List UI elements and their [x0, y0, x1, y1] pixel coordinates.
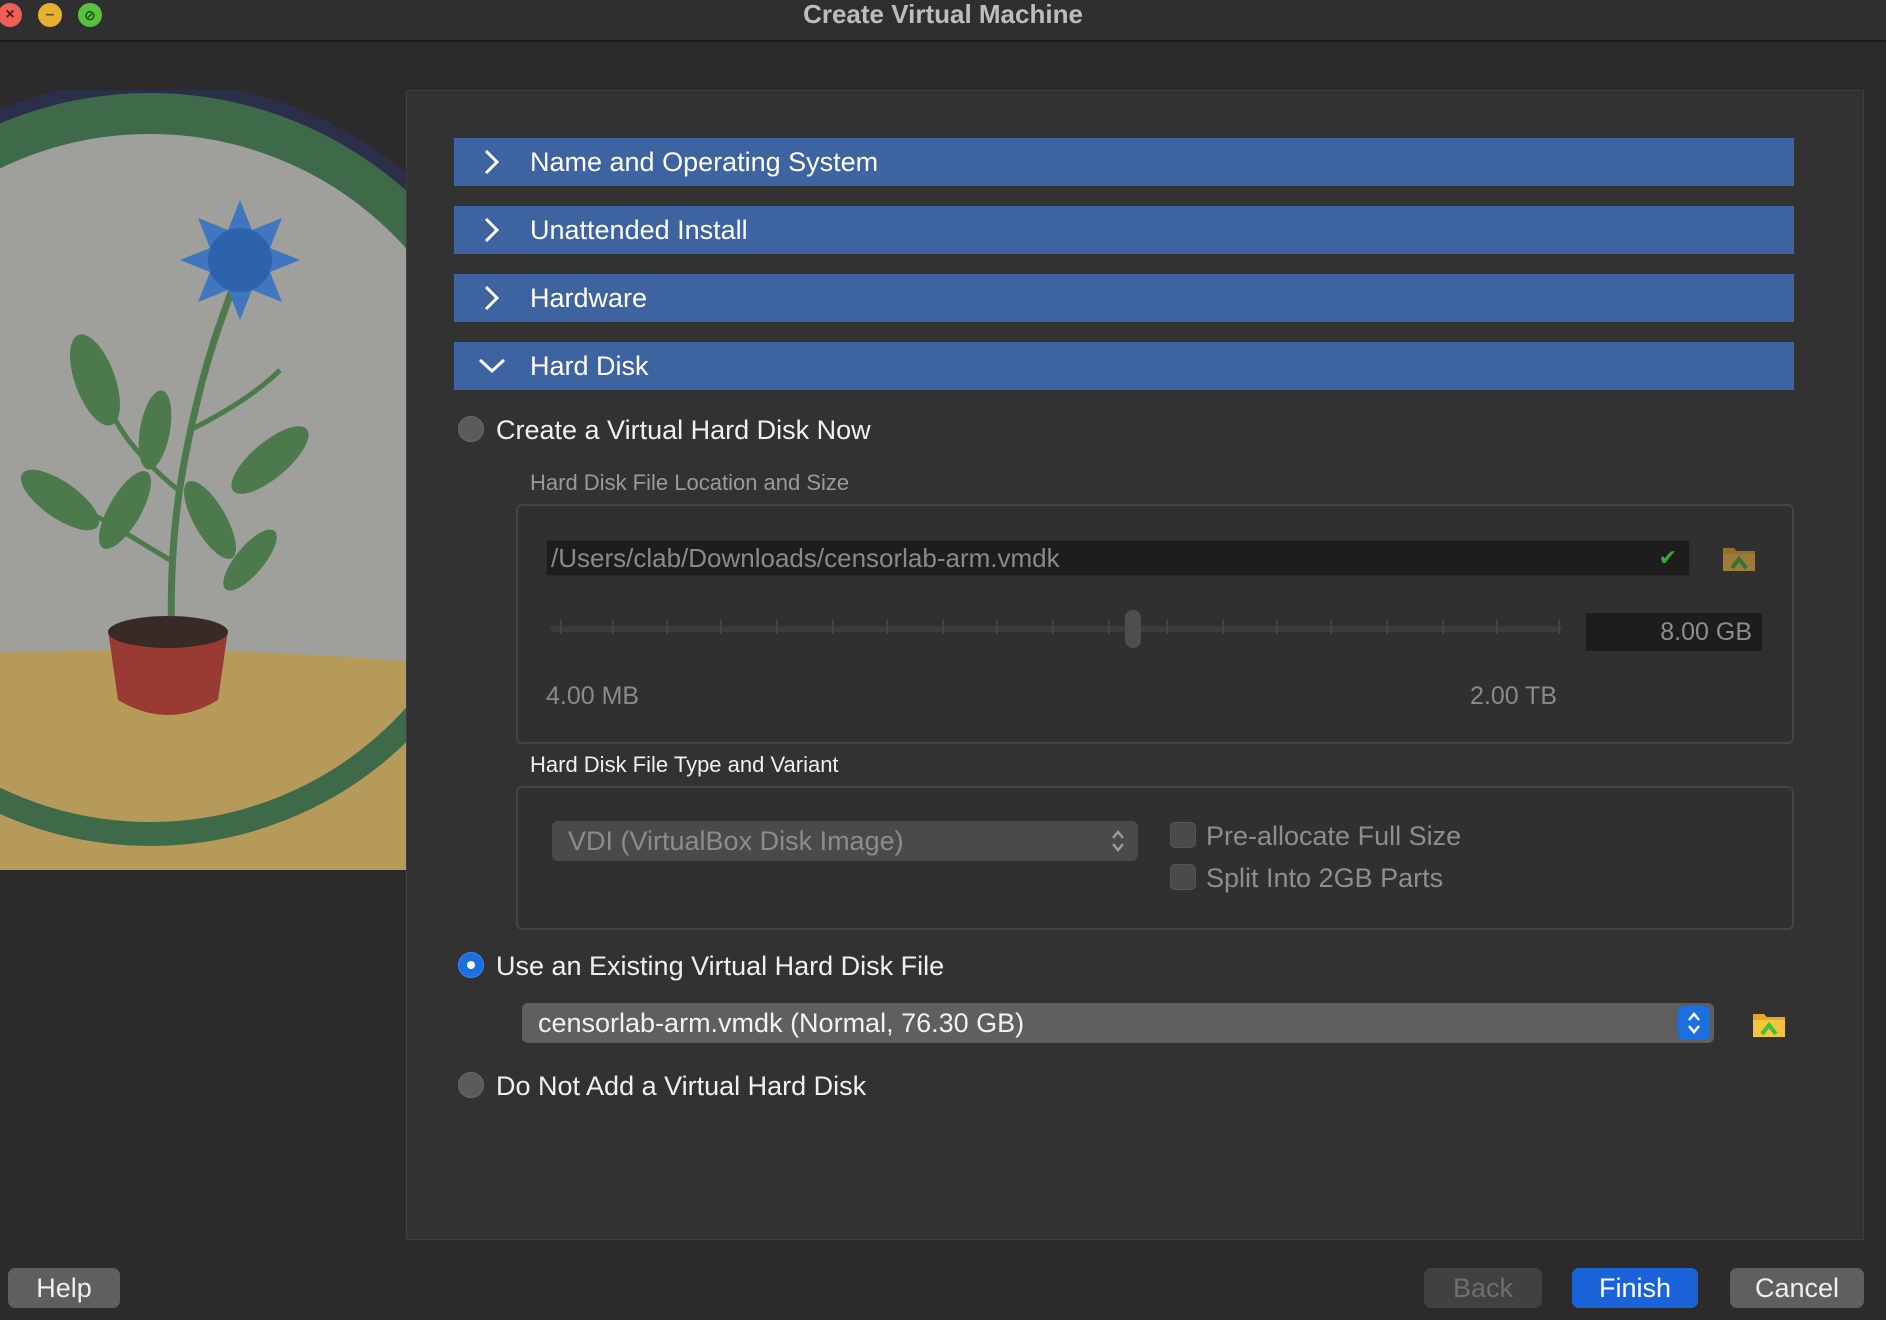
- slider-tick: [832, 620, 834, 634]
- no-disk-label[interactable]: Do Not Add a Virtual Hard Disk: [496, 1071, 866, 1101]
- create-disk-label[interactable]: Create a Virtual Hard Disk Now: [496, 415, 871, 445]
- slider-tick: [560, 620, 562, 634]
- slider-tick: [1052, 620, 1054, 634]
- section-label: Unattended Install: [530, 215, 748, 245]
- slider-max-label: 2.00 TB: [1470, 682, 1558, 710]
- chevron-right-icon: [454, 148, 530, 176]
- existing-disk-radio[interactable]: [458, 952, 484, 978]
- chevron-right-icon: [454, 216, 530, 244]
- slider-thumb[interactable]: [1125, 610, 1141, 648]
- section-hard-disk[interactable]: Hard Disk: [454, 342, 1794, 390]
- slider-tick: [1276, 620, 1278, 634]
- slider-tick: [1166, 620, 1168, 634]
- disk-type-select[interactable]: VDI (VirtualBox Disk Image): [552, 821, 1138, 861]
- section-label: Name and Operating System: [530, 147, 879, 177]
- location-caption: Hard Disk File Location and Size: [530, 470, 850, 495]
- slider-tick: [1442, 620, 1444, 634]
- disk-path-field[interactable]: /Users/clab/Downloads/censorlab-arm.vmdk…: [546, 540, 1690, 576]
- slider-tick: [942, 620, 944, 634]
- disk-size-slider[interactable]: [550, 626, 1562, 632]
- choose-disk-folder-icon[interactable]: [1752, 1008, 1786, 1038]
- section-label: Hard Disk: [530, 351, 649, 381]
- split-label[interactable]: Split Into 2GB Parts: [1206, 863, 1443, 893]
- title-bar: × – ⊘ Create Virtual Machine: [0, 0, 1886, 42]
- slider-tick: [666, 620, 668, 634]
- existing-disk-label[interactable]: Use an Existing Virtual Hard Disk File: [496, 951, 944, 981]
- slider-tick: [1496, 620, 1498, 634]
- slider-tick: [720, 620, 722, 634]
- window-title: Create Virtual Machine: [803, 0, 1083, 29]
- slider-min-label: 4.00 MB: [546, 682, 640, 710]
- section-hardware[interactable]: Hardware: [454, 274, 1794, 322]
- slider-tick: [1108, 620, 1110, 634]
- slider-tick: [612, 620, 614, 634]
- help-button[interactable]: Help: [8, 1268, 120, 1308]
- section-unattended-install[interactable]: Unattended Install: [454, 206, 1794, 254]
- chevron-down-icon: [454, 357, 530, 375]
- create-disk-radio[interactable]: [458, 416, 484, 442]
- slider-tick: [1330, 620, 1332, 634]
- preallocate-checkbox[interactable]: [1170, 822, 1196, 848]
- cancel-button[interactable]: Cancel: [1730, 1268, 1864, 1308]
- section-label: Hardware: [530, 283, 648, 313]
- existing-disk-value: censorlab-arm.vmdk (Normal, 76.30 GB): [538, 1008, 1025, 1038]
- slider-tick: [1386, 620, 1388, 634]
- slider-tick: [996, 620, 998, 634]
- disk-size-field[interactable]: 8.00 GB: [1586, 613, 1762, 651]
- valid-check-icon: ✔: [1658, 545, 1677, 570]
- slider-tick: [1222, 620, 1224, 634]
- no-disk-radio[interactable]: [458, 1072, 484, 1098]
- select-arrows-icon: [1678, 1006, 1710, 1040]
- type-caption: Hard Disk File Type and Variant: [530, 752, 839, 777]
- chevron-right-icon: [454, 284, 530, 312]
- disk-path-text: /Users/clab/Downloads/censorlab-arm.vmdk: [551, 543, 1060, 573]
- folder-open-icon[interactable]: [1722, 542, 1756, 572]
- finish-button[interactable]: Finish: [1572, 1268, 1698, 1308]
- section-name-and-os[interactable]: Name and Operating System: [454, 138, 1794, 186]
- existing-disk-select[interactable]: censorlab-arm.vmdk (Normal, 76.30 GB): [522, 1003, 1714, 1043]
- slider-tick: [776, 620, 778, 634]
- preallocate-label[interactable]: Pre-allocate Full Size: [1206, 821, 1461, 851]
- back-button[interactable]: Back: [1424, 1268, 1542, 1308]
- disk-type-value: VDI (VirtualBox Disk Image): [568, 826, 904, 856]
- split-checkbox[interactable]: [1170, 864, 1196, 890]
- select-arrows-icon: [1102, 824, 1134, 858]
- slider-tick: [1558, 620, 1560, 634]
- slider-tick: [886, 620, 888, 634]
